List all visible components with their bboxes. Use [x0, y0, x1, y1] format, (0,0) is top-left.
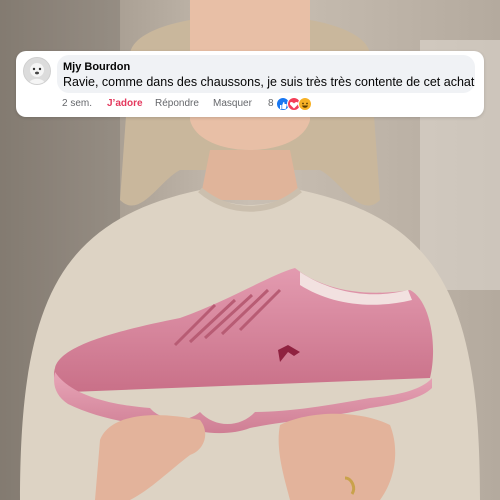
hide-button[interactable]: Masquer	[213, 98, 252, 109]
comment-author[interactable]: Mjy Bourdon	[63, 61, 130, 73]
comment-timestamp[interactable]: 2 sem.	[62, 98, 92, 109]
reply-button[interactable]: Répondre	[155, 98, 199, 109]
dog-avatar-icon	[24, 58, 50, 84]
haha-icon	[298, 97, 312, 111]
like-button[interactable]: J’adore	[107, 98, 143, 109]
reaction-count: 8	[268, 98, 274, 109]
comment-text: Ravie, comme dans des chaussons, je suis…	[63, 75, 475, 89]
right-hand	[278, 413, 396, 500]
neck	[200, 150, 300, 200]
avatar[interactable]	[23, 57, 51, 85]
